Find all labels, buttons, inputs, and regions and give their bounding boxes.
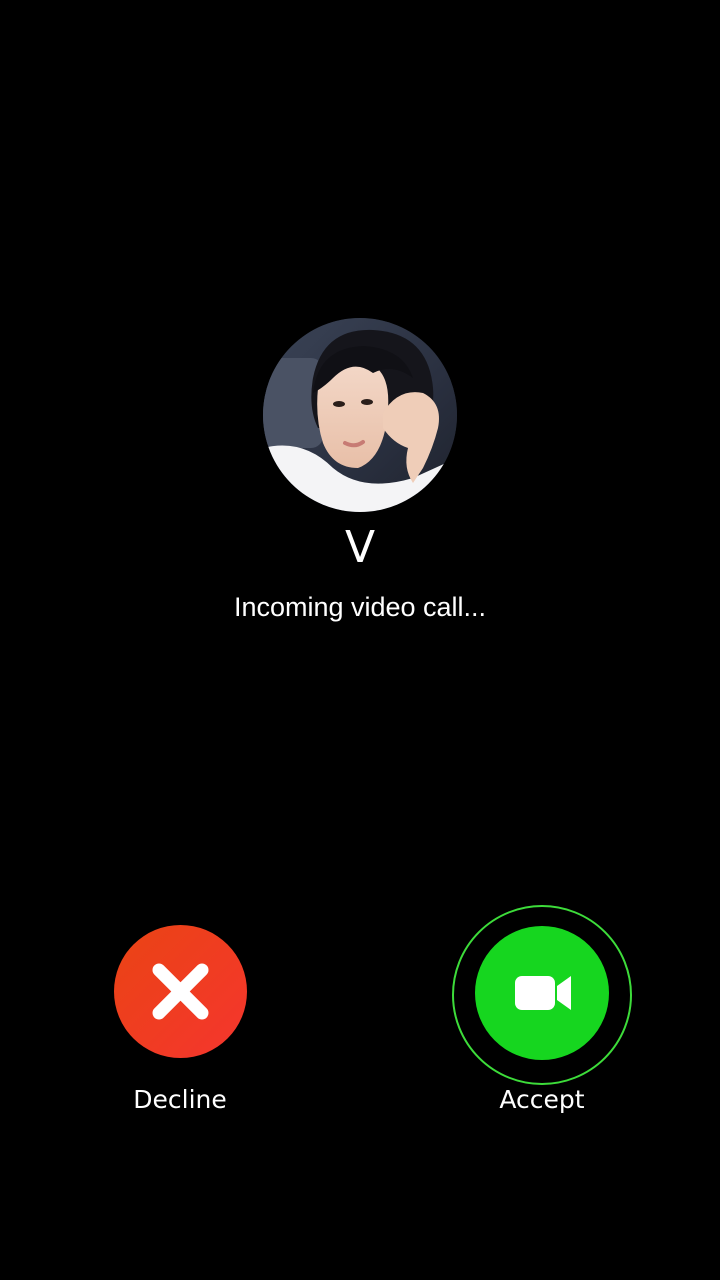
caller-name: V — [344, 522, 376, 573]
incoming-call-screen: V Incoming video call... Decline Accept — [0, 0, 720, 1280]
video-camera-icon — [515, 976, 571, 1010]
close-icon — [152, 963, 209, 1020]
decline-button[interactable] — [114, 925, 247, 1058]
decline-action: Decline — [90, 905, 270, 1125]
accept-action: Accept — [452, 905, 632, 1125]
call-status: Incoming video call... — [233, 592, 487, 622]
accept-button[interactable] — [475, 926, 609, 1060]
decline-label: Decline — [133, 1085, 227, 1114]
caller-avatar — [263, 318, 457, 512]
accept-label: Accept — [499, 1085, 585, 1114]
caller-photo — [263, 318, 457, 512]
